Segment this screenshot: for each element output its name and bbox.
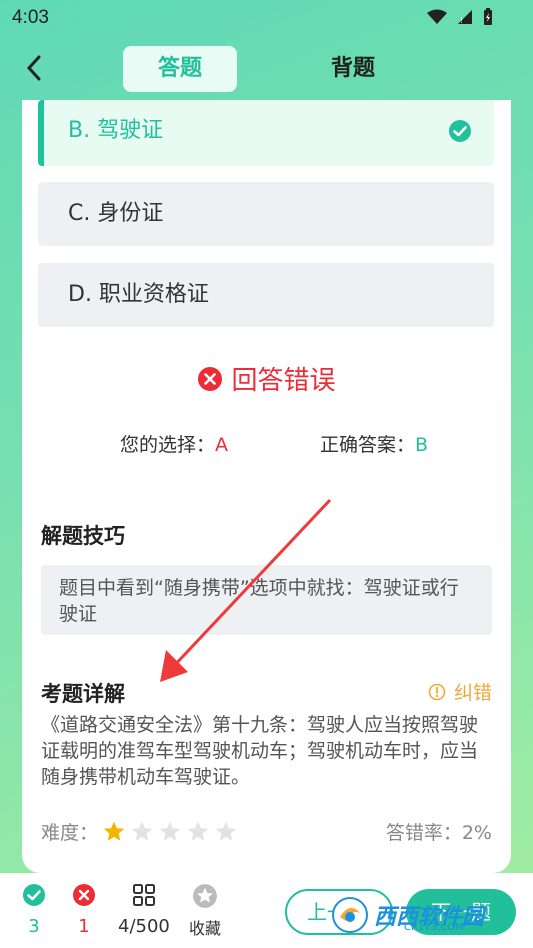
correct-answer-label: 正确答案： — [320, 434, 416, 456]
result-text: 回答错误 — [231, 366, 336, 396]
star-icon — [159, 821, 181, 841]
answer-result: 回答错误 — [22, 360, 511, 397]
chevron-left-icon — [26, 55, 41, 81]
error-rate: 答错率：2% — [385, 822, 492, 844]
check-circle-icon — [449, 120, 471, 142]
detail-title: 考题详解 — [41, 682, 125, 706]
status-bar: 4:03 ! — [0, 0, 533, 36]
star-icon — [131, 821, 153, 841]
your-choice: 您的选择：A — [120, 430, 228, 457]
wrong-count: 1 — [78, 916, 90, 937]
favorite-label: 收藏 — [189, 919, 222, 938]
question-card: B. 驾驶证 C. 身份证 D. 职业资格证 回答错误 您的选择：A 正确答案：… — [22, 100, 511, 873]
watermark: 西西软件园 CR173.COM — [330, 890, 520, 940]
grid-icon — [132, 884, 155, 906]
wrong-count-stat[interactable]: 1 — [72, 883, 96, 937]
correct-count: 3 — [28, 916, 40, 937]
tips-title: 解题技巧 — [41, 524, 125, 548]
tab-memorize[interactable]: 背题 — [296, 46, 410, 92]
correct-answer-value: B — [415, 434, 429, 456]
option-d[interactable]: D. 职业资格证 — [38, 263, 494, 327]
svg-text:!: ! — [460, 16, 463, 25]
tab-answer[interactable]: 答题 — [123, 46, 237, 92]
error-circle-icon — [73, 884, 95, 906]
status-time: 4:03 — [12, 7, 49, 28]
correction-label: 纠错 — [453, 682, 492, 704]
difficulty-stars — [102, 820, 238, 844]
battery-icon — [484, 8, 492, 25]
correct-answer: 正确答案：B — [320, 430, 428, 457]
error-circle-icon — [198, 366, 223, 391]
option-label: B. 驾驶证 — [68, 118, 164, 143]
star-icon — [187, 821, 209, 841]
signal-icon: ! — [458, 10, 472, 25]
progress-stat[interactable]: 4/500 — [118, 883, 170, 937]
option-b[interactable]: B. 驾驶证 — [38, 100, 494, 166]
back-button[interactable] — [18, 48, 50, 88]
tips-box: 题目中看到“随身携带”选项中就找：驾驶证或行驶证 — [41, 565, 492, 635]
wifi-icon — [427, 9, 447, 24]
star-icon — [193, 884, 217, 908]
star-icon — [215, 821, 237, 841]
watermark-logo-icon — [332, 897, 368, 933]
watermark-sub: CR173.COM — [404, 922, 464, 933]
header: 答题 背题 — [0, 40, 533, 100]
option-label: D. 职业资格证 — [68, 282, 209, 307]
correction-button[interactable]: 纠错 — [428, 678, 492, 705]
alert-circle-icon — [428, 683, 446, 700]
progress-text: 4/500 — [118, 916, 170, 937]
correct-count-stat[interactable]: 3 — [22, 883, 46, 937]
detail-text: 《道路交通安全法》第十九条：驾驶人应当按照驾驶证载明的准驾车型驾驶机动车；驾驶机… — [41, 714, 479, 788]
option-label: C. 身份证 — [68, 201, 164, 226]
favorite-button[interactable]: 收藏 — [189, 883, 221, 939]
difficulty-label: 难度： — [41, 822, 99, 844]
check-circle-icon — [23, 884, 45, 906]
option-c[interactable]: C. 身份证 — [38, 182, 494, 246]
status-icons: ! — [427, 8, 493, 26]
difficulty: 难度： — [41, 818, 238, 845]
your-choice-value: A — [215, 434, 229, 456]
star-icon — [103, 821, 125, 841]
your-choice-label: 您的选择： — [120, 434, 216, 456]
